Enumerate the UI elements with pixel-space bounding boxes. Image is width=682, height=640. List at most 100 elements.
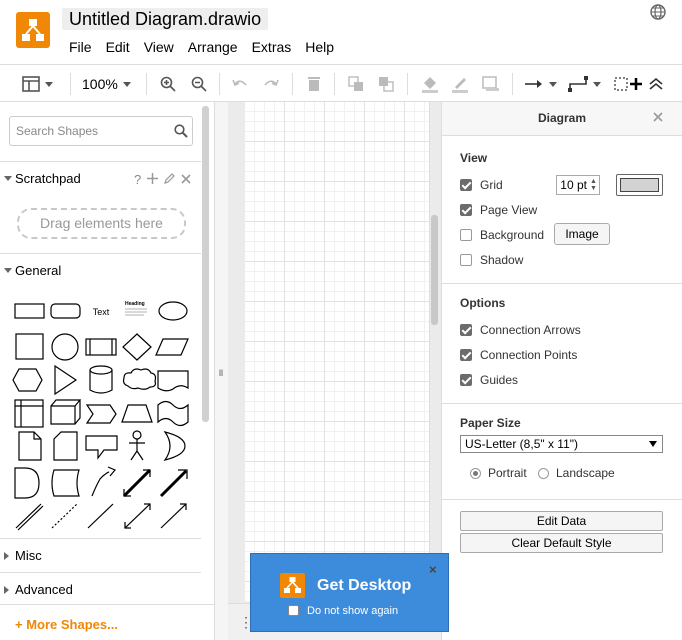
portrait-option[interactable]: Portrait (470, 465, 527, 481)
grid-option[interactable]: Grid (460, 177, 503, 193)
get-desktop-title[interactable]: Get Desktop (317, 577, 411, 595)
shape-or[interactable] (163, 431, 186, 461)
splitter-handle-icon[interactable]: ll (219, 368, 223, 378)
advanced-header[interactable]: Advanced (0, 572, 201, 606)
close-icon[interactable] (653, 109, 663, 125)
shape-parallelogram[interactable] (155, 338, 189, 356)
shape-cube[interactable] (50, 399, 82, 425)
grid-color-button[interactable] (616, 174, 663, 196)
shape-tape[interactable] (157, 400, 189, 427)
view-layout-icon[interactable] (22, 74, 53, 94)
shape-note[interactable] (18, 431, 42, 461)
add-icon[interactable] (147, 172, 159, 187)
menu-arrange[interactable]: Arrange (181, 38, 245, 56)
shape-diamond[interactable] (122, 333, 152, 361)
landscape-option[interactable]: Landscape (538, 465, 615, 481)
undo-icon[interactable] (232, 74, 248, 94)
paper-size-select[interactable]: US-Letter (8,5" x 11") (460, 435, 663, 453)
shape-bidirectional-connector[interactable] (124, 503, 151, 529)
shape-triangle[interactable] (54, 364, 78, 396)
connection-points-checkbox[interactable] (460, 349, 472, 361)
menu-help[interactable]: Help (298, 38, 341, 56)
shape-cylinder[interactable] (89, 365, 113, 394)
guides-option[interactable]: Guides (460, 372, 518, 388)
misc-header[interactable]: Misc (0, 538, 201, 572)
shape-directional-connector[interactable] (160, 503, 187, 529)
connection-arrows-option[interactable]: Connection Arrows (460, 322, 581, 338)
more-shapes-button[interactable]: + More Shapes... (0, 604, 214, 640)
to-back-icon[interactable] (378, 74, 394, 94)
help-icon[interactable]: ? (134, 172, 141, 187)
shape-dashed-line[interactable] (51, 503, 78, 529)
collapse-icon[interactable] (648, 74, 664, 94)
general-header[interactable]: General (0, 253, 201, 287)
zoom-in-icon[interactable] (160, 74, 176, 94)
shadow-checkbox[interactable] (460, 254, 472, 266)
canvas-scrollbar[interactable] (431, 215, 438, 325)
shape-heading-textbox[interactable]: Heading (125, 301, 147, 316)
landscape-radio[interactable] (538, 467, 549, 479)
shape-step[interactable] (85, 404, 117, 424)
document-title[interactable]: Untitled Diagram.drawio (62, 8, 269, 30)
delete-icon[interactable] (307, 74, 321, 94)
portrait-radio[interactable] (470, 467, 481, 479)
background-checkbox[interactable] (460, 229, 472, 241)
page-view-option[interactable]: Page View (460, 202, 537, 218)
clear-default-style-button[interactable]: Clear Default Style (460, 533, 663, 553)
connection-points-option[interactable]: Connection Points (460, 347, 577, 363)
shape-document[interactable] (157, 370, 189, 392)
shape-trapezoid[interactable] (121, 404, 153, 423)
menu-view[interactable]: View (137, 38, 181, 56)
shape-delay[interactable] (14, 467, 40, 499)
background-option[interactable]: Background (460, 227, 544, 243)
connection-arrow-icon[interactable] (524, 74, 557, 94)
close-icon[interactable]: × (429, 562, 437, 577)
background-image-button[interactable]: Image (554, 223, 610, 245)
shape-ellipse[interactable] (158, 301, 188, 321)
zoom-select[interactable]: 100% (82, 74, 131, 94)
connection-arrows-checkbox[interactable] (460, 324, 472, 336)
fill-color-icon[interactable] (421, 74, 439, 94)
sidebar-scrollbar[interactable] (202, 106, 209, 422)
shape-line[interactable] (87, 503, 114, 529)
search-box[interactable]: Search Shapes (9, 116, 193, 146)
close-icon[interactable] (181, 172, 191, 187)
menu-extras[interactable]: Extras (245, 38, 299, 56)
line-color-icon[interactable] (451, 74, 469, 94)
shape-bidirectional-arrow[interactable] (122, 468, 152, 498)
shape-curved-arrow[interactable] (91, 466, 116, 497)
zoom-out-icon[interactable] (191, 74, 207, 94)
shape-rounded-rectangle[interactable] (50, 303, 81, 319)
shadow-option[interactable]: Shadow (460, 252, 523, 268)
shape-rectangle[interactable] (14, 303, 45, 319)
diagram-page-grid[interactable] (245, 102, 430, 602)
do-not-show-checkbox[interactable] (288, 605, 299, 616)
shape-data-storage[interactable] (51, 469, 80, 497)
language-globe-icon[interactable] (649, 3, 667, 21)
redo-icon[interactable] (263, 74, 279, 94)
shape-square[interactable] (15, 333, 44, 360)
fullscreen-icon[interactable] (614, 74, 644, 94)
shape-cloud[interactable] (122, 368, 157, 390)
grid-checkbox[interactable] (460, 179, 472, 191)
shadow-icon[interactable] (482, 74, 500, 94)
search-input[interactable]: Search Shapes (16, 124, 98, 138)
shape-arrow[interactable] (159, 469, 188, 498)
search-icon[interactable] (174, 124, 188, 141)
shape-double-line[interactable] (15, 503, 44, 531)
shape-process[interactable] (85, 338, 117, 356)
menu-file[interactable]: File (62, 38, 99, 56)
shape-actor[interactable] (129, 430, 145, 461)
menu-edit[interactable]: Edit (99, 38, 137, 56)
scratchpad-header[interactable]: Scratchpad ? (0, 161, 201, 195)
grid-size-spinner[interactable]: ▲ ▼ (590, 178, 597, 192)
shape-container[interactable] (14, 399, 44, 428)
to-front-icon[interactable] (348, 74, 364, 94)
shape-circle[interactable] (51, 333, 79, 361)
shape-callout[interactable] (85, 435, 118, 460)
scratchpad-drop-zone[interactable]: Drag elements here (17, 208, 186, 239)
guides-checkbox[interactable] (460, 374, 472, 386)
page-view-checkbox[interactable] (460, 204, 472, 216)
shape-card[interactable] (53, 431, 78, 461)
edit-pencil-icon[interactable] (164, 172, 176, 187)
